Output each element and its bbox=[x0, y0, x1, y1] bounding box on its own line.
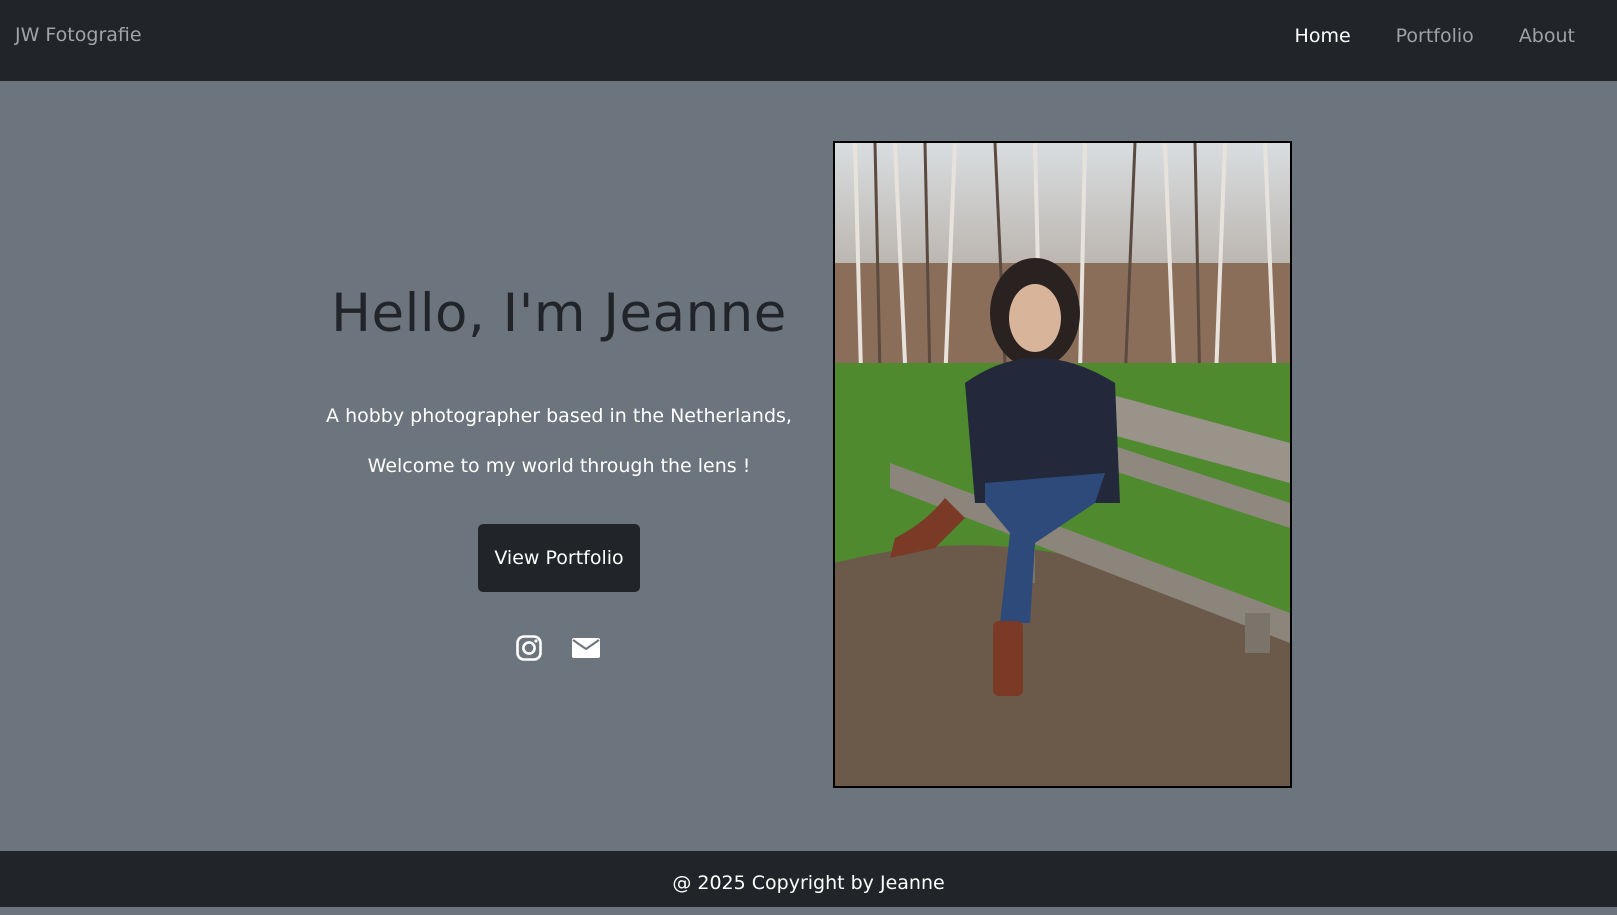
tagline-line-1: A hobby photographer based in the Nether… bbox=[326, 405, 792, 427]
hero-title: Hello, I'm Jeanne bbox=[331, 283, 787, 344]
top-navbar: JW Fotografie Home Portfolio About bbox=[0, 0, 1617, 81]
social-links bbox=[515, 634, 601, 666]
footer: @ 2025 Copyright by Jeanne bbox=[0, 851, 1617, 907]
profile-photo bbox=[833, 141, 1292, 788]
nav-link-portfolio[interactable]: Portfolio bbox=[1396, 25, 1474, 47]
view-portfolio-button[interactable]: View Portfolio bbox=[478, 524, 640, 592]
hero-section: Hello, I'm Jeanne A hobby photographer b… bbox=[0, 81, 1617, 851]
nav-links: Home Portfolio About bbox=[1295, 0, 1575, 71]
nav-link-home[interactable]: Home bbox=[1295, 25, 1351, 47]
copyright-text: @ 2025 Copyright by Jeanne bbox=[672, 872, 945, 894]
brand-link[interactable]: JW Fotografie bbox=[15, 0, 142, 71]
tagline-line-2: Welcome to my world through the lens ! bbox=[367, 455, 751, 477]
mail-icon[interactable] bbox=[571, 637, 601, 663]
instagram-icon[interactable] bbox=[515, 634, 543, 666]
nav-link-about[interactable]: About bbox=[1519, 25, 1575, 47]
